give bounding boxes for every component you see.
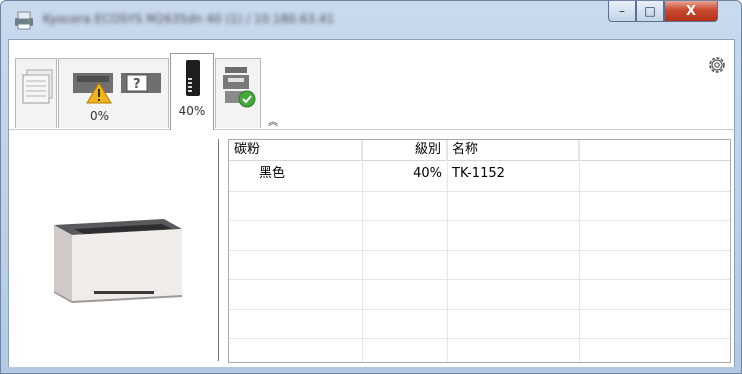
device-status-ok-icon: [223, 67, 256, 108]
toner-color-cell: 黑色: [259, 166, 286, 181]
toner-level-cell: 40%: [413, 166, 442, 181]
table-row: [229, 280, 730, 310]
tab-warning[interactable]: ? 0%: [58, 58, 169, 128]
column-header-name[interactable]: 名称: [447, 140, 579, 161]
paper-stack-icon: [22, 69, 53, 104]
toner-cartridge-icon: [186, 60, 200, 96]
toner-table: 碳粉 級別 名称 黑色 40% TK-1152: [228, 139, 731, 363]
maximize-button[interactable]: □: [636, 1, 664, 22]
column-header-level[interactable]: 級別: [362, 140, 447, 161]
table-row: [229, 310, 730, 339]
collapse-chevron-icon[interactable]: ︽: [268, 113, 278, 128]
table-row[interactable]: 黑色 40% TK-1152: [229, 162, 730, 192]
maximize-icon: □: [644, 4, 656, 18]
window-title: Kyocera ECOSYS M2635dn 40 (1) / 10.180.6…: [43, 12, 335, 26]
title-bar[interactable]: Kyocera ECOSYS M2635dn 40 (1) / 10.180.6…: [1, 1, 741, 39]
gear-icon[interactable]: [706, 54, 728, 76]
table-row: [229, 251, 730, 280]
content-area: 碳粉 級別 名称 黑色 40% TK-1152: [9, 131, 734, 367]
close-button[interactable]: X: [664, 1, 718, 22]
minimize-icon: –: [619, 4, 625, 18]
svg-text:?: ?: [133, 77, 141, 92]
table-row: [229, 221, 730, 251]
toner-tab-label: 40%: [178, 104, 206, 118]
printer-image: [54, 219, 182, 303]
printer-app-icon: [15, 11, 33, 30]
table-row: [229, 192, 730, 221]
table-header: 碳粉 級別 名称: [229, 140, 730, 161]
column-header-extra: [579, 140, 730, 161]
printer-warning-icon: ?: [73, 73, 161, 104]
status-toolbar: ? 0% 40% ︽: [9, 40, 734, 130]
table-body: 黑色 40% TK-1152: [229, 162, 730, 362]
close-icon: X: [685, 3, 697, 19]
column-header-toner[interactable]: 碳粉: [229, 140, 362, 161]
printer-image-pane: [9, 131, 221, 367]
client-area: ? 0% 40% ︽ 碳粉 級別 名称 黑色 40% TK-1152: [8, 39, 735, 367]
tab-toner[interactable]: 40%: [170, 53, 214, 130]
tab-device[interactable]: [215, 58, 261, 128]
warning-tab-label: 0%: [89, 109, 110, 123]
pane-splitter[interactable]: [218, 139, 219, 361]
minimize-button[interactable]: –: [608, 1, 636, 22]
toner-name-cell: TK-1152: [452, 166, 505, 181]
window: Kyocera ECOSYS M2635dn 40 (1) / 10.180.6…: [0, 0, 742, 374]
table-row: [229, 339, 730, 362]
